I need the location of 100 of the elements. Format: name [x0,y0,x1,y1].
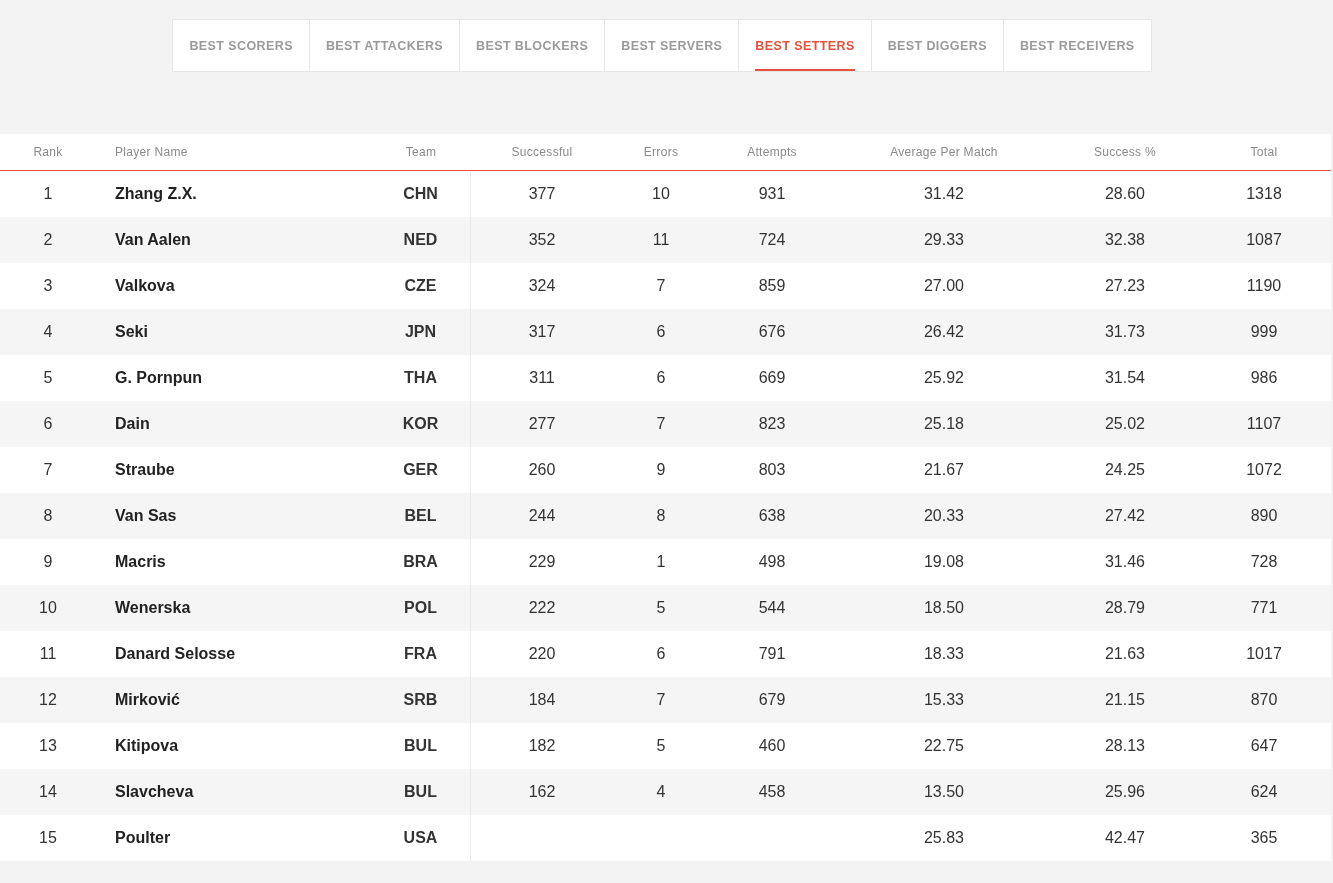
stat-cell: 18.50 [923,599,964,617]
stat-cell: 544 [758,599,786,617]
stat-cell: 4 [656,783,666,801]
stat-cell: 859 [758,277,786,295]
stat-cell: 27.00 [923,277,964,295]
stat-cell: 21.15 [1104,691,1145,709]
stat-cell: 624 [1250,783,1278,801]
player-name-cell: G. Pornpun [115,369,203,387]
team-cell: JPN [404,323,437,341]
player-name-cell: Macris [115,553,166,571]
column-header: Player Name [115,145,188,159]
stat-tab[interactable]: BEST BLOCKERS [460,20,606,71]
stat-cell: 31.73 [1104,323,1145,341]
player-name-cell: Van Aalen [115,231,191,249]
stat-cell: 229 [528,553,556,571]
stat-cell: 27.42 [1104,507,1145,525]
stat-tab[interactable]: BEST ATTACKERS [309,20,461,71]
stat-cell: 13.50 [923,783,964,801]
stat-tab[interactable]: BEST SETTERS [739,20,872,71]
stat-cell: 22.75 [923,737,964,755]
stat-cell: 724 [758,231,786,249]
stat-cell: 15.33 [923,691,964,709]
stat-cell: 20.33 [923,507,964,525]
stat-tab[interactable]: BEST DIGGERS [871,20,1004,71]
stat-cell: 27.23 [1104,277,1145,295]
stat-cell: 728 [1250,553,1278,571]
team-cell: GER [403,461,438,479]
team-cell: BUL [404,783,437,801]
stat-cell: 5 [656,737,666,755]
stat-cell: 31.54 [1104,369,1145,387]
stat-cell: 986 [1250,369,1278,387]
rank-cell: 12 [39,691,57,709]
stat-cell: 647 [1250,737,1278,755]
stat-cell: 791 [758,645,786,663]
stat-cell: 1318 [1246,185,1282,203]
stat-cell: 28.60 [1104,185,1145,203]
stat-cell: 365 [1250,829,1278,847]
stat-cell: 803 [758,461,786,479]
stat-cell: 1017 [1246,645,1282,663]
column-header: Team [405,145,437,159]
stat-cell: 31.46 [1104,553,1145,571]
player-name-cell: Danard Selosse [115,645,236,663]
player-name-cell: Kitipova [115,737,179,755]
column-header: Attempts [747,145,797,159]
stat-cell: 870 [1250,691,1278,709]
stat-cell: 21.63 [1104,645,1145,663]
player-name-cell: Straube [115,461,175,479]
stat-cell: 184 [528,691,556,709]
player-name-cell: Seki [115,323,148,341]
rank-cell: 2 [43,231,53,249]
stat-cell: 162 [528,783,556,801]
stat-tab[interactable]: BEST SCORERS [173,20,310,71]
stat-cell: 25.83 [923,829,964,847]
stat-tab[interactable]: BEST RECEIVERS [1003,20,1151,71]
column-header: Rank [33,145,63,159]
stat-cell: 823 [758,415,786,433]
rank-cell: 8 [43,507,53,525]
rank-cell: 6 [43,415,53,433]
stat-cell: 25.18 [923,415,964,433]
stat-cell: 324 [528,277,556,295]
team-cell: BUL [404,737,437,755]
player-name-cell: Valkova [115,277,175,295]
stat-cell: 182 [528,737,556,755]
stat-cell: 771 [1250,599,1278,617]
stat-cell: 377 [528,185,556,203]
stat-cell: 352 [528,231,556,249]
stat-cell: 638 [758,507,786,525]
team-cell: CHN [403,185,438,203]
stat-cell: 244 [528,507,556,525]
stat-cell: 220 [528,645,556,663]
rank-cell: 1 [43,185,53,203]
stat-cell: 1087 [1246,231,1282,249]
stat-cell: 10 [652,185,670,203]
player-name-cell: Dain [115,415,150,433]
team-cell: POL [404,599,437,617]
stat-cell: 9 [656,461,666,479]
rank-cell: 14 [39,783,57,801]
rank-cell: 4 [43,323,53,341]
stat-cell: 6 [656,323,666,341]
stat-cell: 8 [656,507,666,525]
stat-cell: 1072 [1246,461,1282,479]
rank-cell: 10 [39,599,57,617]
stat-tab[interactable]: BEST SERVERS [605,20,740,71]
stat-cell: 1 [656,553,666,571]
stat-cell: 498 [758,553,786,571]
player-name-cell: Zhang Z.X. [115,185,197,203]
stat-cell: 28.13 [1104,737,1145,755]
rank-cell: 3 [43,277,53,295]
stat-cell: 6 [656,369,666,387]
stat-cell: 25.02 [1104,415,1145,433]
stat-cell: 669 [758,369,786,387]
stat-cell: 6 [656,645,666,663]
stat-cell: 7 [656,415,666,433]
team-cell: NED [403,231,438,249]
rank-cell: 15 [39,829,57,847]
column-header: Total [1250,145,1278,159]
column-header: Success % [1093,145,1157,159]
player-name-cell: Mirković [115,691,180,709]
stat-cell: 260 [528,461,556,479]
stat-cell: 32.38 [1104,231,1145,249]
